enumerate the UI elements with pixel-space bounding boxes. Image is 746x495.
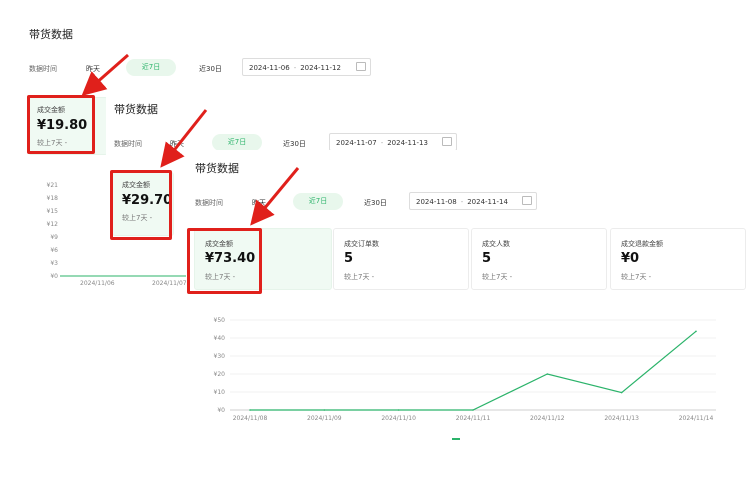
arrow-icon (81, 53, 300, 226)
